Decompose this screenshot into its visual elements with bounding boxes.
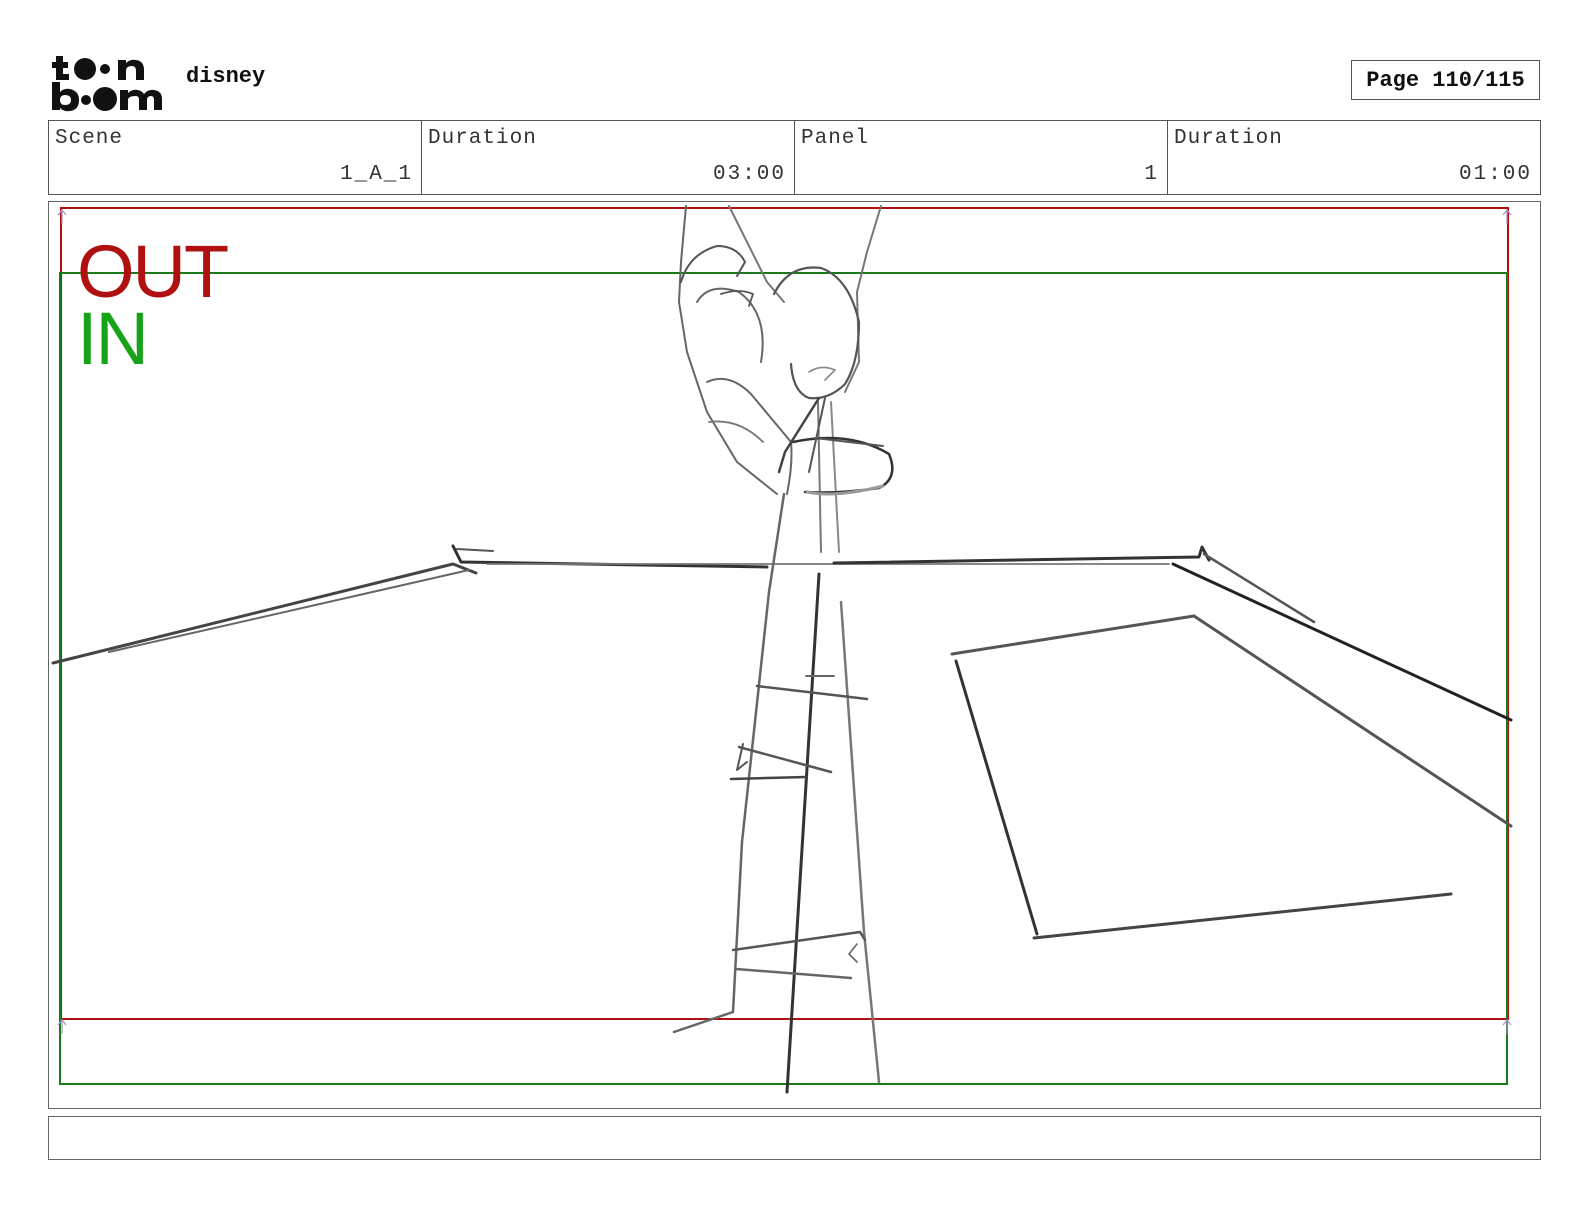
scene-value: 1_A_1: [339, 163, 413, 186]
panel-duration-value: 01:00: [1458, 163, 1532, 186]
storyboard-panel: OUT IN: [48, 201, 1541, 1109]
panel-sketch: [51, 205, 1513, 1094]
panel-duration-cell: Duration 01:00: [1168, 121, 1540, 194]
scene-cell: Scene 1_A_1: [49, 121, 422, 194]
panel-notes[interactable]: [48, 1116, 1541, 1160]
panel-label: Panel: [801, 127, 870, 150]
sketch-strokes: [51, 205, 1513, 1094]
scene-label: Scene: [55, 127, 124, 150]
scene-duration-label: Duration: [428, 127, 537, 150]
panel-duration-label: Duration: [1174, 127, 1283, 150]
project-name: disney: [186, 64, 266, 89]
in-frame-label: IN: [77, 297, 149, 380]
panel-value: 1: [1144, 163, 1159, 186]
page-indicator: Page 110/115: [1351, 60, 1540, 100]
toon-boom-logo: toon boom: [52, 56, 162, 112]
scene-duration-cell: Duration 03:00: [422, 121, 795, 194]
scene-info-table: Scene 1_A_1 Duration 03:00 Panel 1 Durat…: [48, 120, 1541, 195]
scene-duration-value: 03:00: [712, 163, 786, 186]
panel-cell: Panel 1: [795, 121, 1168, 194]
